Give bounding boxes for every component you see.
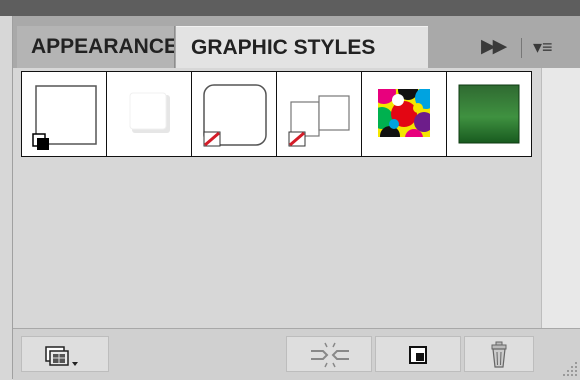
- break-link-button[interactable]: [286, 336, 372, 372]
- green-gradient-swatch-icon: [458, 84, 520, 144]
- swatch-rounded-none[interactable]: [192, 72, 276, 156]
- panel-menu-icon[interactable]: ▾≡: [533, 26, 553, 68]
- new-graphic-style-button[interactable]: [375, 336, 461, 372]
- swatch-default[interactable]: [22, 72, 106, 156]
- swatch-green-gradient[interactable]: [447, 72, 531, 156]
- pattern-swatch-icon: [378, 89, 430, 137]
- two-boxes-none-swatch-icon: [288, 95, 350, 147]
- double-arrow-right-icon[interactable]: ▶▶: [481, 26, 507, 68]
- rounded-none-swatch-icon: [203, 84, 267, 147]
- tab-appearance-label: APPEARANCE: [31, 35, 175, 58]
- swatch-list: [21, 71, 532, 157]
- panel-bottom-bar: [13, 328, 580, 380]
- swatch-two-boxes-none[interactable]: [277, 72, 361, 156]
- tab-appearance[interactable]: APPEARANCE: [17, 26, 175, 68]
- graphic-styles-library-menu-button[interactable]: [21, 336, 109, 372]
- resize-grip-icon[interactable]: [561, 360, 579, 378]
- drop-shadow-swatch-icon: [129, 92, 170, 133]
- swatch-pattern[interactable]: [362, 72, 446, 156]
- default-style-swatch-icon: [32, 85, 97, 150]
- break-link-icon: [311, 342, 349, 368]
- trash-icon: [491, 341, 507, 368]
- graphic-styles-panel: APPEARANCE GRAPHIC STYLES ▶▶ ▾≡: [12, 16, 580, 380]
- tabbar-divider: [521, 38, 522, 58]
- graphic-styles-library-menu-icon: [45, 346, 78, 366]
- swatch-area: [13, 68, 541, 328]
- tab-graphic-styles-label: GRAPHIC STYLES: [191, 36, 376, 59]
- swatch-drop-shadow[interactable]: [107, 72, 191, 156]
- tab-graphic-styles[interactable]: GRAPHIC STYLES: [176, 26, 428, 68]
- top-strip: [0, 0, 580, 16]
- delete-button[interactable]: [464, 336, 534, 372]
- panel-tab-bar: APPEARANCE GRAPHIC STYLES ▶▶ ▾≡: [13, 16, 580, 68]
- new-graphic-style-icon: [409, 346, 427, 364]
- vertical-scrollbar[interactable]: [541, 68, 580, 328]
